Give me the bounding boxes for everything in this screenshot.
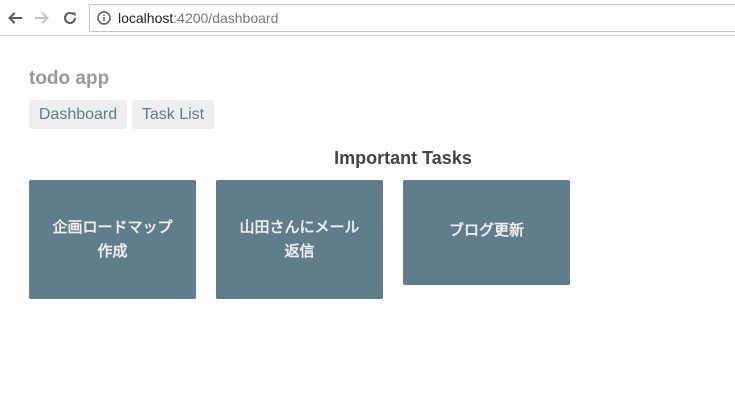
url-host: localhost (118, 10, 174, 26)
forward-arrow-icon[interactable] (32, 8, 52, 28)
address-bar[interactable]: localhost:4200/dashboard (89, 4, 735, 32)
back-arrow-icon[interactable] (5, 8, 25, 28)
task-tile[interactable]: 企画ロードマップ作成 (29, 180, 196, 299)
url-path: :4200/dashboard (173, 10, 279, 26)
reload-icon[interactable] (60, 8, 80, 28)
task-tile[interactable]: ブログ更新 (403, 180, 570, 285)
nav-link-task-list[interactable]: Task List (132, 100, 214, 129)
app-title: todo app (29, 68, 110, 89)
browser-toolbar: localhost:4200/dashboard (0, 0, 735, 36)
nav-link-dashboard[interactable]: Dashboard (29, 100, 127, 129)
task-tile-label: 山田さんにメール返信 (239, 218, 360, 260)
section-heading: Important Tasks (334, 148, 472, 168)
info-icon[interactable] (96, 10, 112, 26)
url-text: localhost:4200/dashboard (118, 10, 278, 26)
task-tile-label: 企画ロードマップ作成 (52, 218, 173, 260)
app-nav: Dashboard Task List (29, 100, 214, 129)
task-tile[interactable]: 山田さんにメール返信 (216, 180, 383, 299)
task-tile-label: ブログ更新 (448, 221, 524, 239)
